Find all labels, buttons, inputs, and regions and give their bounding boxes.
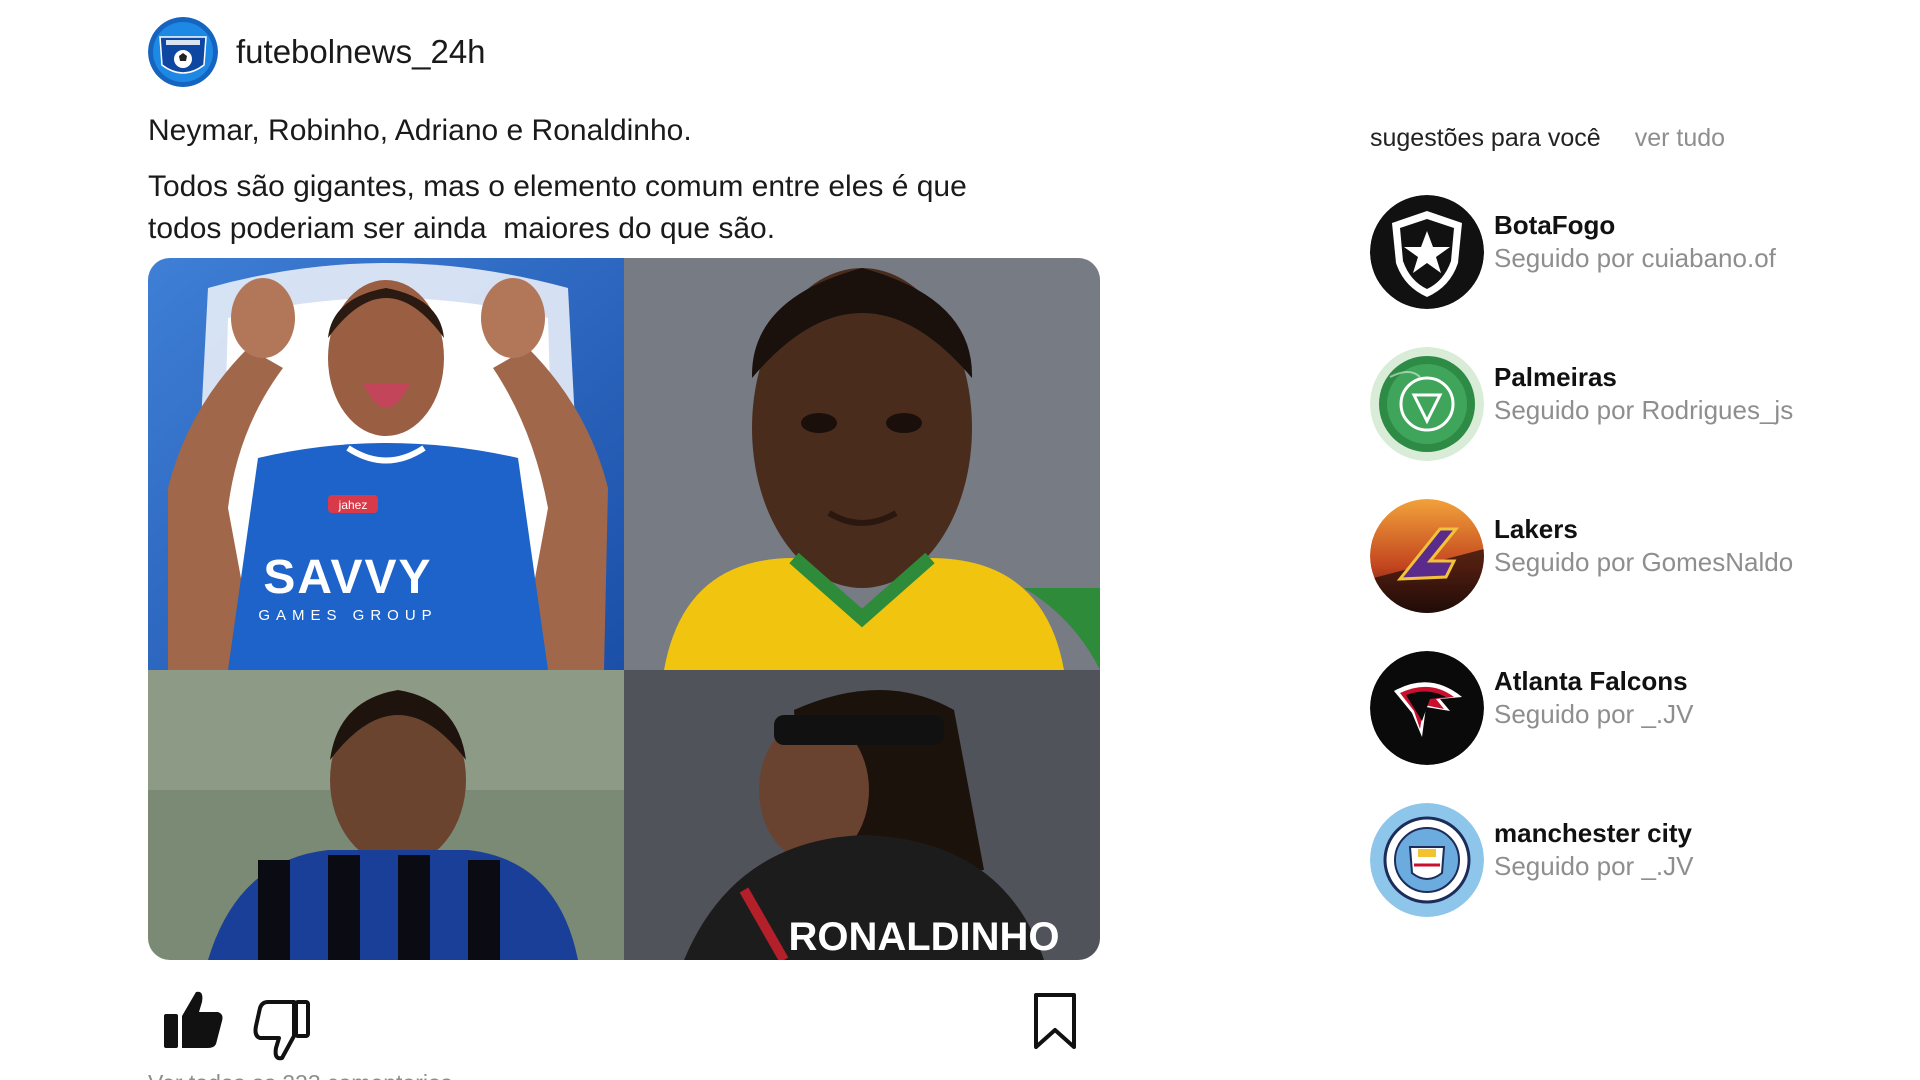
view-comments-link[interactable]: Ver todos os 223 comentarios <box>148 1070 452 1080</box>
lakers-logo-icon <box>1370 499 1484 613</box>
post: futebolnews_24h Neymar, Robinho, Adriano… <box>148 16 1108 1080</box>
suggestion-name: Atlanta Falcons <box>1494 666 1688 696</box>
sponsor-text: jahez <box>338 498 368 512</box>
see-all-link[interactable]: ver tudo <box>1635 124 1725 153</box>
page: futebolnews_24h Neymar, Robinho, Adriano… <box>0 0 1920 1080</box>
suggestions-panel: sugestões para você ver tudo BotaFogo Se… <box>1370 124 1890 917</box>
suggestion-name: Palmeiras <box>1494 362 1617 392</box>
suggestion-name: manchester city <box>1494 818 1692 848</box>
post-actions <box>148 976 1100 1066</box>
neymar-jersey-text: SAVVY <box>263 551 432 604</box>
suggestion-name: BotaFogo <box>1494 210 1616 240</box>
suggestion-name: Lakers <box>1494 514 1578 544</box>
photo-adriano <box>148 670 624 960</box>
suggestion-followed-by: Seguido por _.JV <box>1494 699 1694 729</box>
bookmark-icon <box>1034 993 1076 1049</box>
suggestion-manchester-city[interactable]: manchester city Seguido por _.JV <box>1370 802 1890 918</box>
botafogo-crest-icon <box>1370 195 1484 309</box>
dislike-button[interactable] <box>252 998 312 1062</box>
suggestion-followed-by: Seguido por _.JV <box>1494 851 1694 881</box>
post-caption-body: Todos são gigantes, mas o elemento comum… <box>148 170 967 245</box>
football-news-logo-icon[interactable] <box>148 17 218 87</box>
thumbs-down-icon <box>253 1000 310 1061</box>
suggestion-followed-by: Seguido por cuiabano.of <box>1494 243 1776 273</box>
suggestion-followed-by: Seguido por Rodrigues_js <box>1494 395 1794 425</box>
post-username-link[interactable]: futebolnews_24h <box>236 33 486 71</box>
like-button[interactable] <box>162 988 224 1052</box>
suggestion-lakers[interactable]: Lakers Seguido por GomesNaldo <box>1370 498 1890 614</box>
ronaldinho-jersey-text: RONALDINHO <box>788 915 1059 959</box>
suggestion-palmeiras[interactable]: Palmeiras Seguido por Rodrigues_js <box>1370 346 1890 462</box>
neymar-jersey-subtext: GAMES GROUP <box>258 607 437 624</box>
man-city-crest-icon <box>1370 803 1484 917</box>
suggestion-botafogo[interactable]: BotaFogo Seguido por cuiabano.of <box>1370 194 1890 310</box>
suggestion-followed-by: Seguido por GomesNaldo <box>1494 547 1794 577</box>
save-button[interactable] <box>1032 992 1078 1050</box>
suggestions-title: sugestões para você <box>1370 124 1601 152</box>
photo-robinho <box>624 258 1100 670</box>
photo-neymar: jahez SAVVY GAMES GROUP <box>148 258 624 670</box>
thumbs-up-icon <box>164 991 223 1048</box>
suggestion-atlanta-falcons[interactable]: Atlanta Falcons Seguido por _.JV <box>1370 650 1890 766</box>
palmeiras-crest-icon <box>1370 347 1484 461</box>
post-header: futebolnews_24h <box>148 16 1108 88</box>
falcons-logo-icon <box>1370 651 1484 765</box>
photo-ronaldinho: RONALDINHO <box>624 670 1100 960</box>
post-image-grid[interactable]: jahez SAVVY GAMES GROUP RONALDINHO <box>148 258 1100 960</box>
suggestions-header: sugestões para você ver tudo <box>1370 124 1890 164</box>
post-caption-title: Neymar, Robinho, Adriano e Ronaldinho. <box>148 114 692 147</box>
